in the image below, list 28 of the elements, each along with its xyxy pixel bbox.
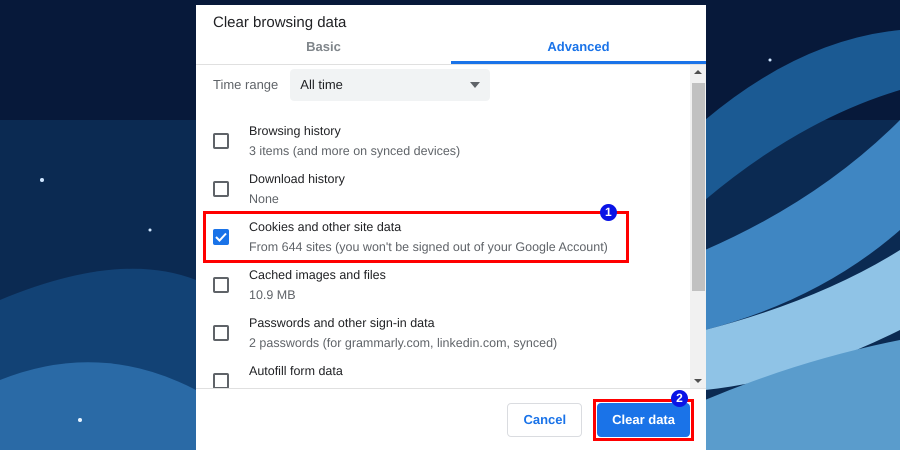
time-range-dropdown[interactable]: All time [290,69,490,101]
checkbox[interactable] [213,229,229,245]
item-detail: None [249,191,280,208]
item-title: Passwords and other sign-in data [249,315,436,332]
item-title: Download history [249,171,345,188]
checkbox[interactable] [213,277,229,293]
tab[interactable]: Basic [196,33,451,64]
field-label: Time range [213,76,278,94]
checkbox[interactable] [213,181,229,197]
item-title: Cookies and other site data [249,219,402,236]
item-title: Browsing history [249,123,342,140]
caret-icon [470,82,480,88]
dialog-button[interactable]: Clear data [597,402,690,436]
item-detail: From 644 sites (you won't be signed out of your Google Account) [249,239,608,256]
checkbox[interactable] [213,373,229,388]
item-detail: 10.9 MB [249,287,297,304]
dialog-title: Clear browsing data [213,14,346,31]
checkbox[interactable] [213,133,229,149]
scrollbar[interactable] [690,65,706,388]
item-title: Cached images and files [249,267,386,284]
number-badge: 2 [671,390,688,406]
number-badge: 1 [600,204,617,221]
tab[interactable]: Advanced [451,33,706,64]
dialog-button[interactable]: Cancel [507,402,582,436]
checkbox[interactable] [213,325,229,341]
item-title: Autofill form data [249,363,343,380]
item-detail: 3 items (and more on synced devices) [249,143,460,160]
item-detail: 2 passwords (for grammarly.com, linkedin.com, synced) [249,335,558,352]
